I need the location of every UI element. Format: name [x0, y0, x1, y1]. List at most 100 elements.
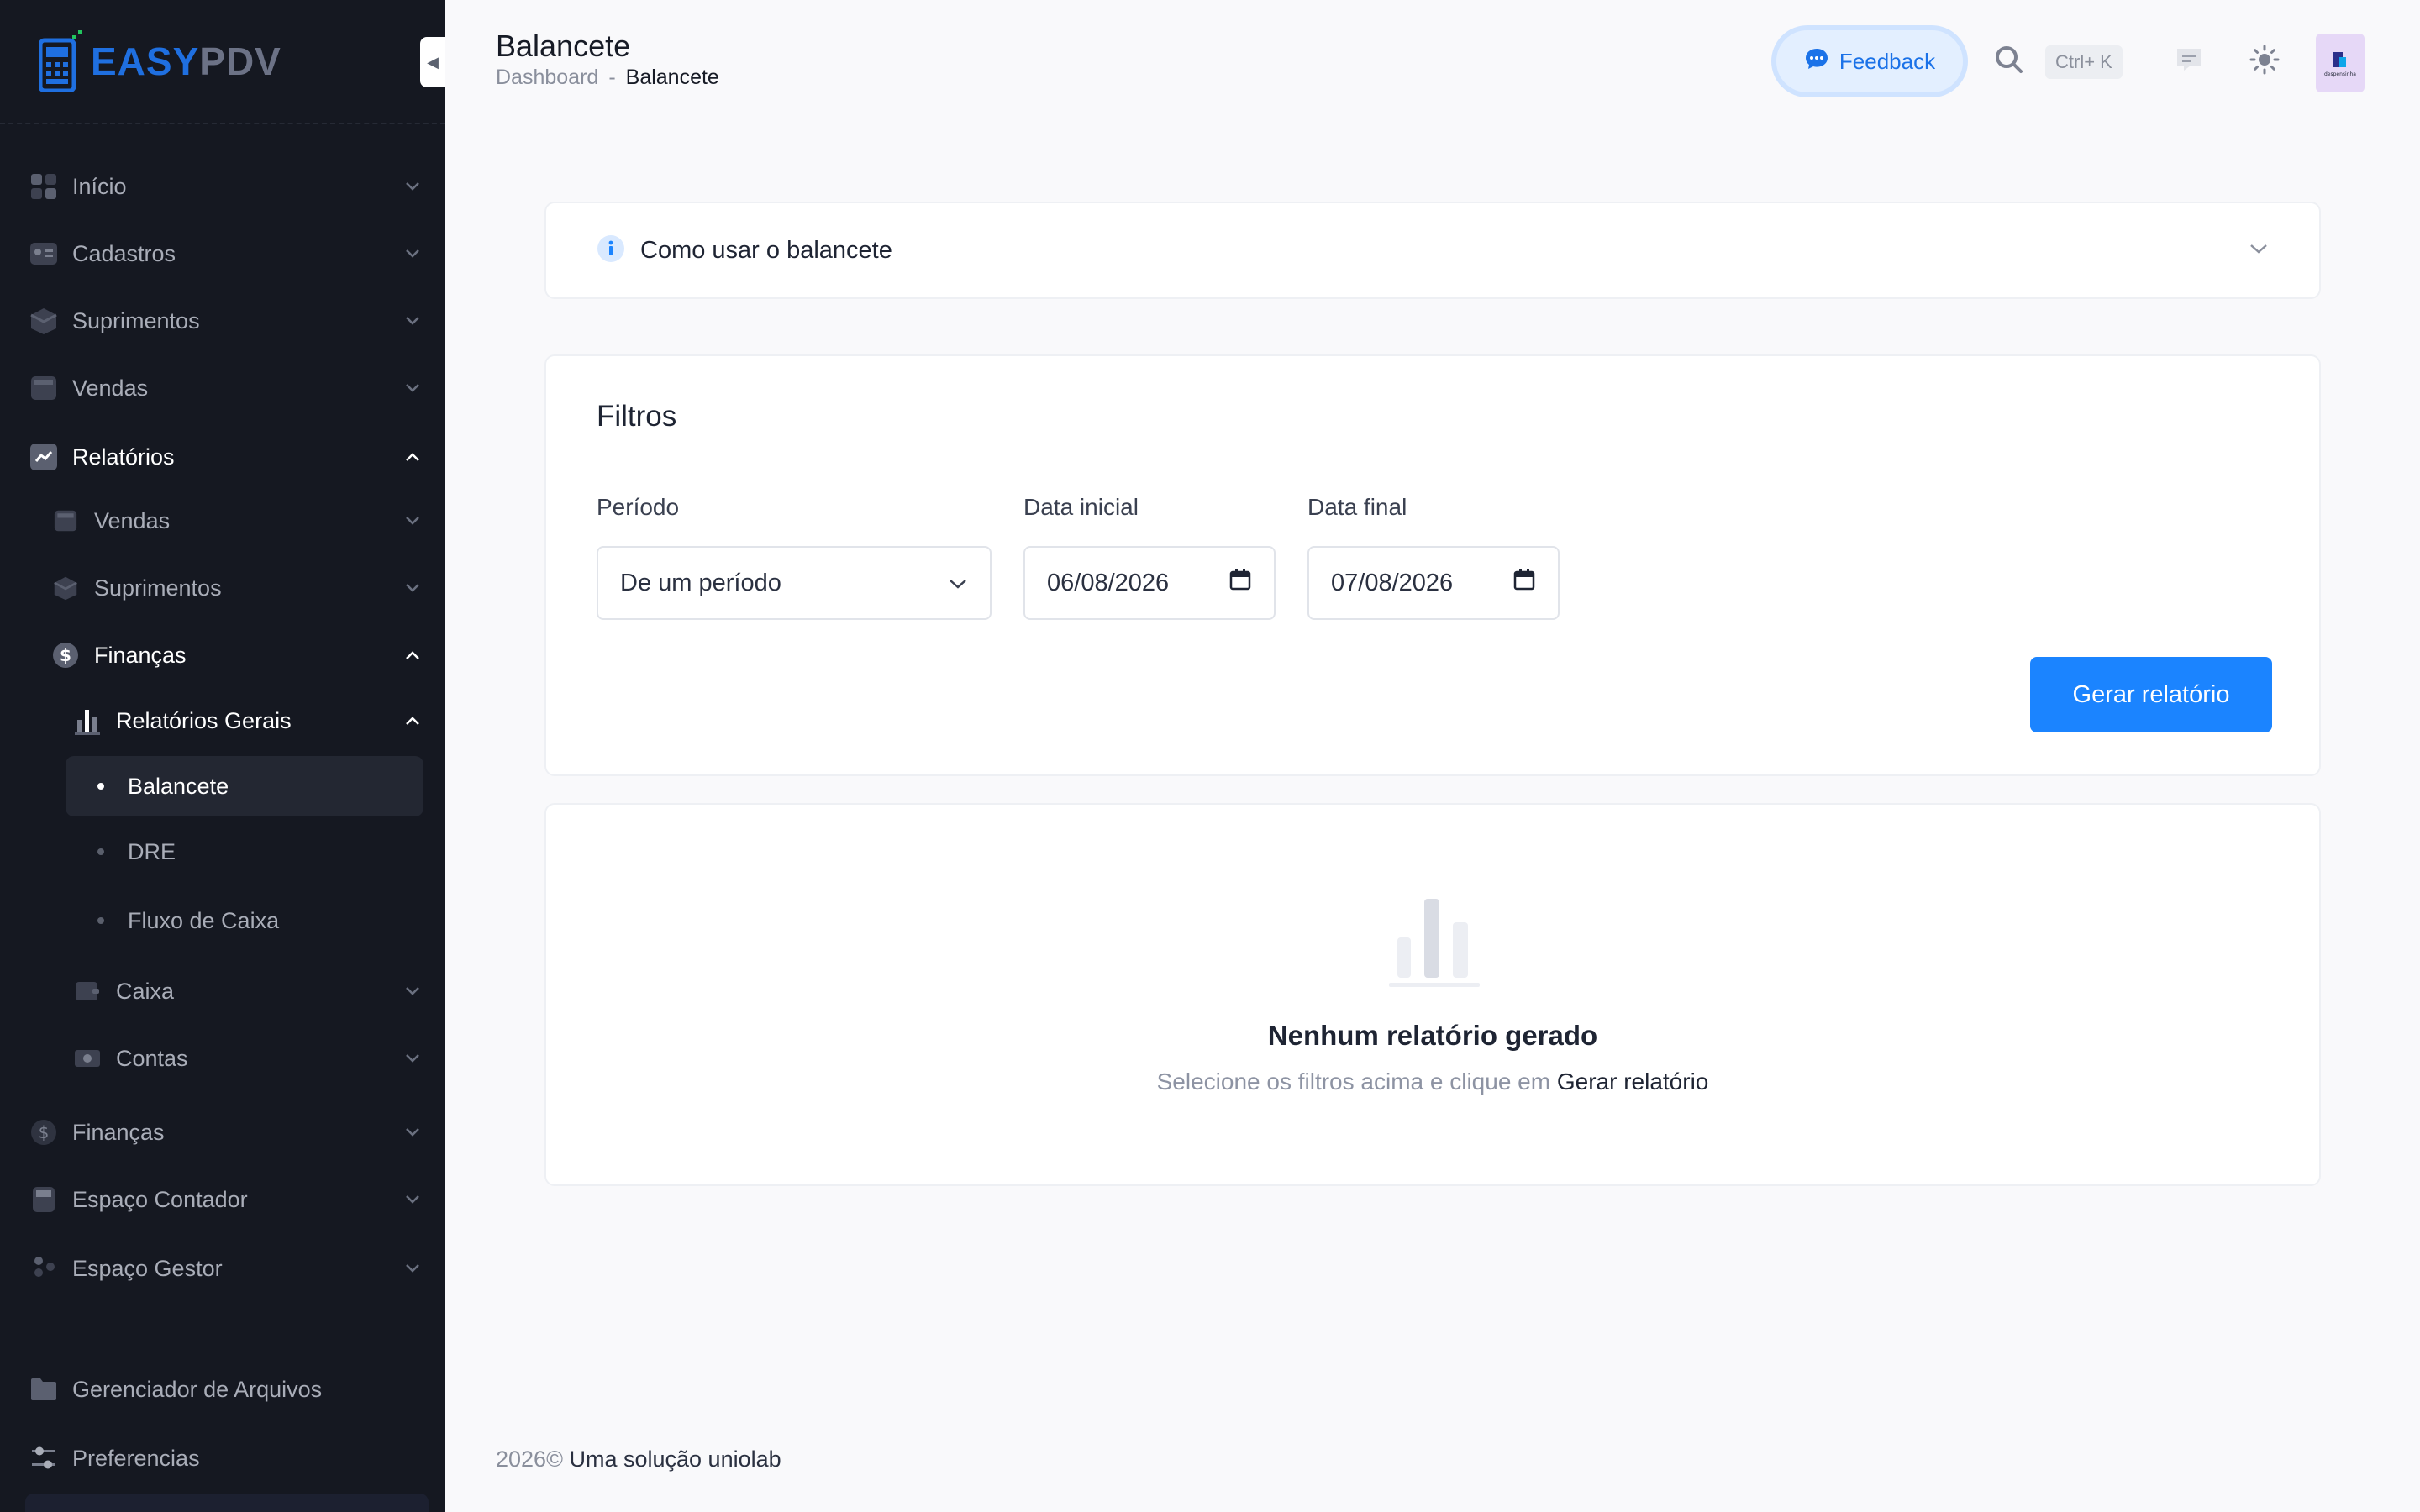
info-icon — [597, 234, 625, 267]
box-icon — [25, 302, 62, 339]
footer: 2026© Uma solução uniolab — [496, 1446, 781, 1473]
generate-report-button[interactable]: Gerar relatório — [2030, 657, 2272, 732]
search-icon — [1993, 44, 2025, 80]
empty-subtitle-text: Selecione os filtros acima e clique em — [1156, 1068, 1551, 1095]
sidebar-subitem-contas[interactable]: Contas — [69, 1028, 425, 1089]
sidebar-subitem-caixa[interactable]: Caixa — [69, 961, 425, 1021]
sidebar-item-label: Relatórios — [72, 444, 175, 470]
logo[interactable]: EASYPDV — [39, 30, 281, 92]
data-final-input[interactable]: 07/08/2026 — [1307, 546, 1560, 620]
sidebar-item-espaco-gestor[interactable]: Espaço Gestor — [25, 1238, 425, 1299]
avatar[interactable]: despensinha — [2316, 34, 2365, 92]
sidebar-item-inicio[interactable]: Início — [25, 156, 425, 217]
bullet-dot — [97, 783, 104, 790]
sidebar-item-cadastros[interactable]: Cadastros — [25, 223, 425, 284]
search-button[interactable] — [1991, 44, 2027, 79]
sidebar-item-financas[interactable]: $ Finanças — [25, 1102, 425, 1163]
sidebar-item-label: DRE — [128, 838, 176, 864]
people-icon — [25, 1250, 62, 1287]
sidebar-item-label: Preferencias — [72, 1445, 200, 1471]
sidebar-item-label: Início — [72, 173, 127, 199]
feedback-button[interactable]: Feedback — [1771, 25, 1968, 97]
sidebar-subitem-financas[interactable]: $ Finanças — [47, 625, 425, 685]
data-final-label: Data final — [1307, 494, 1407, 520]
breadcrumb-current: Balancete — [625, 66, 719, 89]
chevron-down-icon — [400, 1256, 425, 1281]
sidebar-item-label: Espaço Contador — [72, 1186, 248, 1212]
svg-text:despensinha: despensinha — [2324, 71, 2356, 77]
breadcrumb: Dashboard - Balancete — [496, 66, 719, 90]
sidebar-subitem-vendas[interactable]: Vendas — [47, 491, 425, 551]
feedback-label: Feedback — [1839, 48, 1936, 74]
empty-subtitle-action: Gerar relatório — [1556, 1068, 1709, 1095]
banknote-icon — [69, 1040, 106, 1077]
chevron-down-icon — [400, 174, 425, 199]
chevron-up-icon — [400, 643, 425, 668]
sidebar-user-panel[interactable] — [25, 1494, 429, 1512]
sidebar-item-label: Finanças — [94, 642, 187, 668]
pos-terminal-icon — [39, 30, 82, 92]
chevron-down-icon — [400, 1187, 425, 1212]
sidebar-item-label: Suprimentos — [94, 575, 222, 601]
sidebar: EASYPDV ◀ Início Cadastros Suprimentos V… — [0, 0, 445, 1512]
chevron-down-icon — [400, 1120, 425, 1145]
chevron-left-icon: ◀ — [427, 53, 439, 71]
collapse-sidebar-button[interactable]: ◀ — [420, 37, 445, 87]
bullet-dot — [97, 848, 104, 855]
logo-text: EASYPDV — [91, 39, 281, 83]
sidebar-subitem-suprimentos[interactable]: Suprimentos — [47, 558, 425, 618]
empty-title: Nenhum relatório gerado — [1267, 1020, 1598, 1051]
empty-chart-icon — [1389, 895, 1480, 994]
chevron-down-icon — [2249, 242, 2269, 260]
sidebar-item-label: Espaço Gestor — [72, 1255, 223, 1281]
chart-line-icon — [25, 438, 62, 475]
data-inicial-input[interactable]: 06/08/2026 — [1023, 546, 1276, 620]
sidebar-item-label: Vendas — [94, 507, 171, 533]
filters-title: Filtros — [597, 400, 677, 433]
data-inicial-value: 06/08/2026 — [1047, 569, 1170, 596]
theme-toggle-button[interactable] — [2247, 44, 2282, 79]
breadcrumb-dashboard[interactable]: Dashboard — [496, 66, 598, 90]
chevron-down-icon — [400, 508, 425, 533]
sidebar-item-preferencias[interactable]: Preferencias — [25, 1428, 425, 1488]
chevron-down-icon — [400, 575, 425, 601]
sidebar-item-label: Relatórios Gerais — [116, 707, 292, 733]
footer-year: 2026© — [496, 1446, 563, 1472]
register-icon — [47, 502, 84, 539]
chevron-down-icon — [400, 1046, 425, 1071]
sidebar-item-label: Suprimentos — [72, 307, 200, 333]
sun-icon — [2249, 44, 2281, 80]
sidebar-item-relatorios[interactable]: Relatórios — [25, 427, 425, 487]
register-icon — [25, 370, 62, 407]
sidebar-item-vendas[interactable]: Vendas — [25, 358, 425, 418]
periodo-select[interactable]: De um período — [597, 546, 992, 620]
sidebar-subitem-dre[interactable]: DRE — [66, 822, 424, 882]
sidebar-item-espaco-contador[interactable]: Espaço Contador — [25, 1169, 425, 1230]
sidebar-subitem-fluxo-de-caixa[interactable]: Fluxo de Caixa — [66, 890, 424, 951]
messages-button[interactable] — [2171, 44, 2207, 79]
chat-bubble-icon — [1804, 47, 1829, 76]
sidebar-item-label: Cadastros — [72, 240, 176, 266]
empty-state-card: Nenhum relatório gerado Selecione os fil… — [544, 803, 2321, 1186]
chevron-down-icon — [400, 979, 425, 1004]
sidebar-item-gerenciador-de-arquivos[interactable]: Gerenciador de Arquivos — [25, 1359, 425, 1420]
sidebar-item-label: Vendas — [72, 375, 149, 401]
message-icon — [2174, 45, 2204, 78]
footer-text[interactable]: Uma solução uniolab — [569, 1446, 781, 1472]
bullet-dot — [97, 917, 104, 924]
data-final-value: 07/08/2026 — [1331, 569, 1454, 596]
logo-area: EASYPDV ◀ — [0, 0, 445, 124]
svg-text:$: $ — [39, 1122, 50, 1142]
svg-text:$: $ — [60, 645, 71, 665]
chevron-down-icon — [400, 241, 425, 266]
sidebar-subitem-balancete[interactable]: Balancete — [66, 756, 424, 816]
calculator-icon — [25, 1181, 62, 1218]
calendar-icon[interactable] — [1512, 568, 1536, 598]
sidebar-item-suprimentos[interactable]: Suprimentos — [25, 291, 425, 351]
breadcrumb-separator: - — [608, 66, 616, 89]
cash-drawer-icon — [69, 973, 106, 1010]
sidebar-subitem-relatorios-gerais[interactable]: Relatórios Gerais — [69, 690, 425, 751]
page-title: Balancete — [496, 29, 631, 63]
calendar-icon[interactable] — [1228, 568, 1252, 598]
howto-accordion[interactable]: Como usar o balancete — [544, 202, 2321, 299]
